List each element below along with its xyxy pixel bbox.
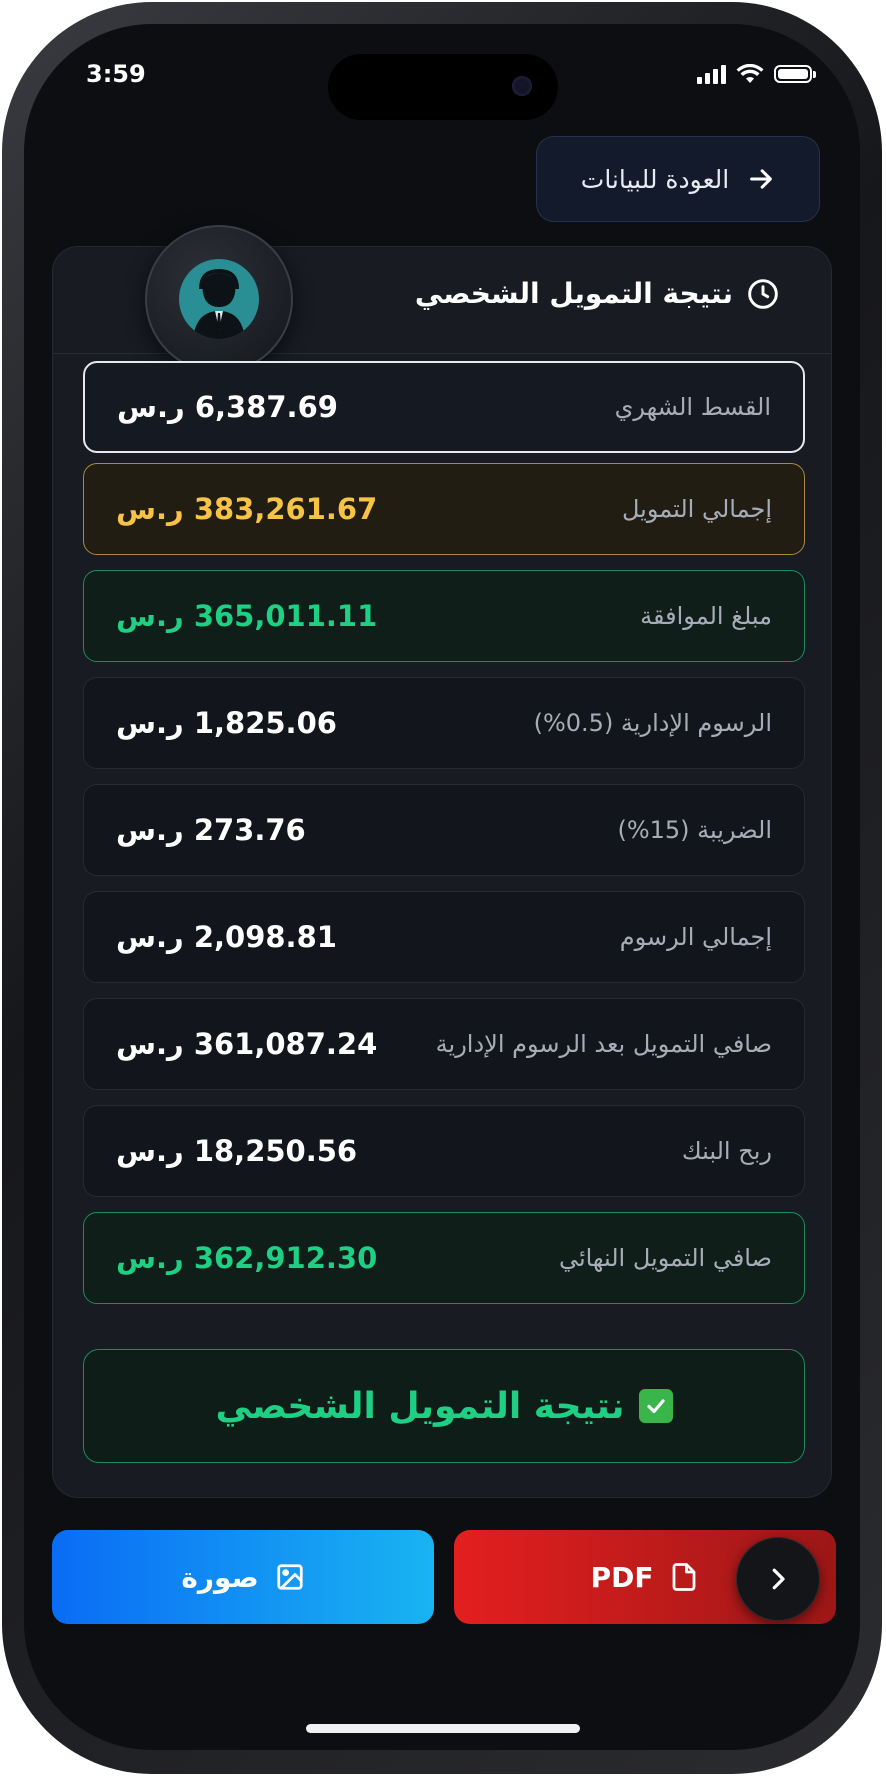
admin-fees-row: 1,825.06 ر.س الرسوم الإدارية (0.5%): [83, 677, 805, 769]
clock-icon: [748, 278, 778, 309]
file-icon: [673, 1563, 696, 1591]
result-summary-banner: نتيجة التمويل الشخصي: [83, 1349, 805, 1463]
row-label: الضريبة (15%): [617, 816, 772, 844]
row-label: إجمالي التمويل: [622, 495, 772, 523]
row-label: إجمالي الرسوم: [619, 923, 772, 951]
dynamic-island: [328, 54, 558, 120]
row-value: 6,387.69 ر.س: [117, 390, 338, 424]
wifi-icon: [736, 64, 764, 83]
support-avatar[interactable]: [145, 225, 293, 373]
bank-profit-row: 18,250.56 ر.س ربح البنك: [83, 1105, 805, 1197]
card-title-text: نتيجة التمويل الشخصي: [414, 277, 733, 310]
card-header: نتيجة التمويل الشخصي: [53, 225, 831, 373]
tax-row: 273.76 ر.س الضريبة (15%): [83, 784, 805, 876]
card-title: نتيجة التمويل الشخصي: [415, 277, 779, 310]
image-icon: [277, 1564, 303, 1590]
back-to-data-button[interactable]: العودة للبيانات: [536, 136, 820, 222]
row-value: 383,261.67 ر.س: [116, 492, 378, 526]
chevron-right-icon: [772, 1568, 785, 1590]
final-net-row: 362,912.30 ر.س صافي التمويل النهائي: [83, 1212, 805, 1304]
phone-frame: 3:59 العودة للبيانات نتيجة التمويل الشخص…: [2, 2, 882, 1774]
monthly-installment-row: 6,387.69 ر.س القسط الشهري: [83, 361, 805, 453]
row-label: الرسوم الإدارية (0.5%): [533, 709, 772, 737]
row-label: ربح البنك: [681, 1137, 772, 1165]
net-after-fees-row: 361,087.24 ر.س صافي التمويل بعد الرسوم ا…: [83, 998, 805, 1090]
row-value: 273.76 ر.س: [116, 813, 306, 847]
image-button-label: صورة: [181, 1560, 259, 1594]
back-button-label: العودة للبيانات: [580, 164, 730, 194]
approval-amount-row: 365,011.11 ر.س مبلغ الموافقة: [83, 570, 805, 662]
row-value: 1,825.06 ر.س: [116, 706, 337, 740]
row-value: 365,011.11 ر.س: [116, 599, 378, 633]
status-icons: [697, 64, 816, 84]
row-value: 2,098.81 ر.س: [116, 920, 337, 954]
save-image-button[interactable]: صورة: [52, 1530, 434, 1624]
row-label: مبلغ الموافقة: [640, 602, 772, 630]
next-button[interactable]: [736, 1537, 820, 1621]
result-card: نتيجة التمويل الشخصي 6,387.69 ر.س القسط …: [52, 225, 832, 1498]
pdf-button-label: PDF: [590, 1560, 654, 1594]
support-agent-icon: [179, 259, 259, 339]
check-mark-icon: [638, 1389, 673, 1423]
arrow-right-icon: [750, 169, 773, 189]
total-financing-row: 383,261.67 ر.س إجمالي التمويل: [83, 463, 805, 555]
row-value: 18,250.56 ر.س: [116, 1134, 358, 1168]
row-label: القسط الشهري: [614, 393, 771, 421]
row-label: صافي التمويل النهائي: [558, 1244, 772, 1272]
summary-text: نتيجة التمويل الشخصي: [215, 1385, 625, 1427]
camera-icon: [512, 76, 532, 96]
cellular-signal-icon: [697, 64, 726, 84]
battery-icon: [774, 65, 816, 83]
status-time: 3:59: [86, 60, 146, 88]
row-value: 362,912.30 ر.س: [116, 1241, 378, 1275]
row-label: صافي التمويل بعد الرسوم الإدارية: [435, 1030, 772, 1058]
total-fees-row: 2,098.81 ر.س إجمالي الرسوم: [83, 891, 805, 983]
home-indicator[interactable]: [306, 1724, 580, 1733]
screen: 3:59 العودة للبيانات نتيجة التمويل الشخص…: [24, 24, 860, 1750]
row-value: 361,087.24 ر.س: [116, 1027, 378, 1061]
